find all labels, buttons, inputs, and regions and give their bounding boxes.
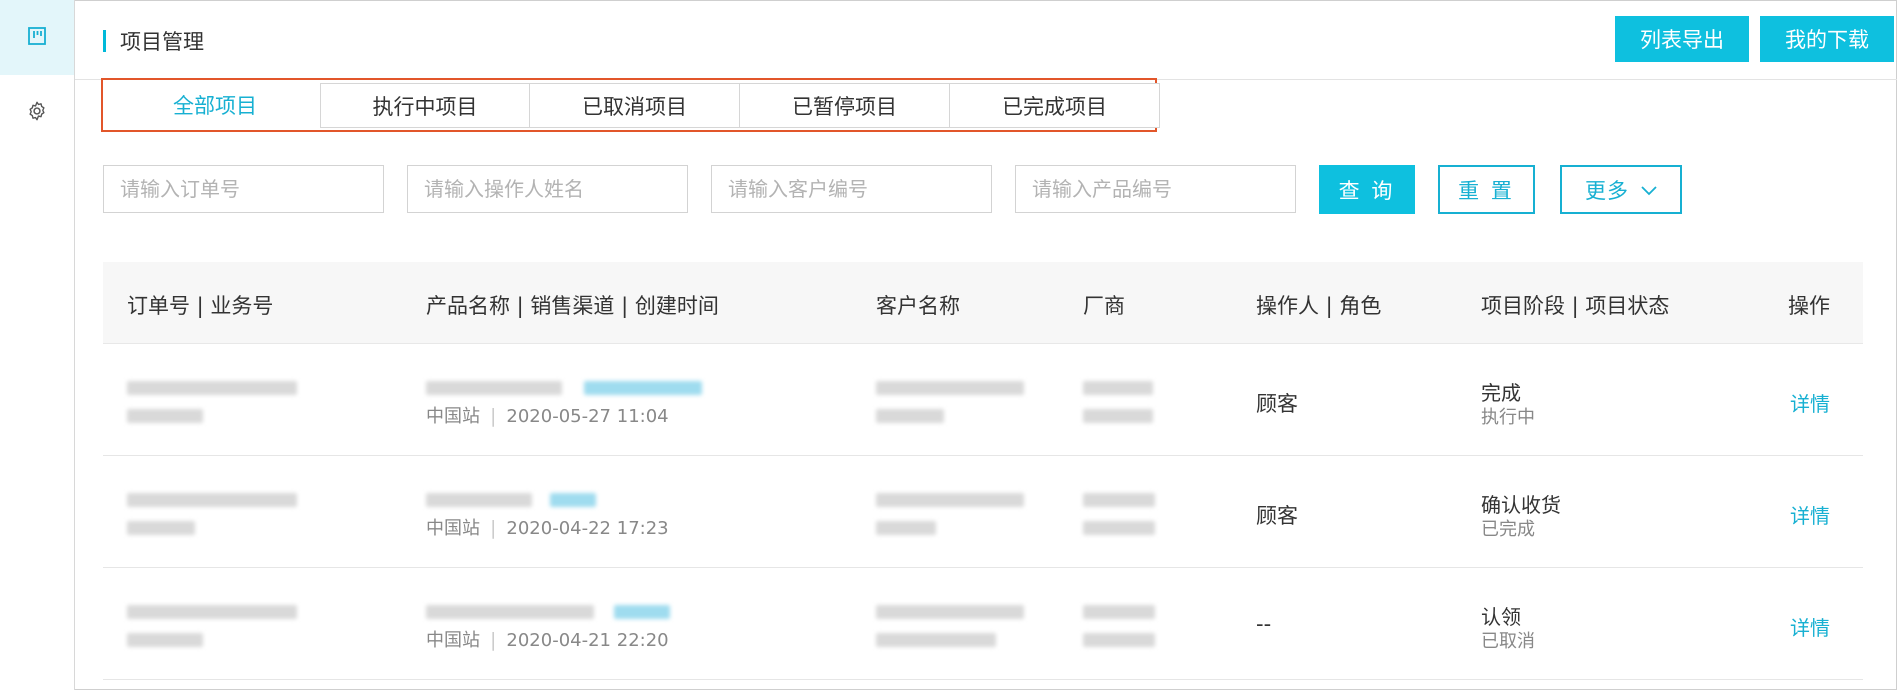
sidebar-item-settings[interactable]: [0, 75, 74, 150]
title-accent-bar: [103, 30, 106, 52]
project-tabs-highlight: 全部项目 执行中项目 已取消项目 已暂停项目 已完成项目: [101, 78, 1160, 132]
query-button[interactable]: 查 询: [1319, 165, 1415, 214]
project-status: 执行中: [1481, 407, 1535, 428]
vendor-redacted: [1083, 602, 1155, 624]
operator-role: 顾客: [1256, 392, 1298, 416]
tab-paused[interactable]: 已暂停项目: [740, 83, 950, 128]
product-meta: 中国站 | 2020-04-21 22:20: [426, 629, 669, 651]
my-downloads-button[interactable]: 我的下载: [1760, 16, 1894, 62]
customer-name-redacted: [876, 602, 1024, 624]
operator-name-input[interactable]: [407, 165, 688, 213]
col-stage-status: 项目阶段 | 项目状态: [1481, 294, 1670, 318]
operator-role: 顾客: [1256, 504, 1298, 528]
sales-channel: 中国站: [426, 406, 480, 427]
export-list-button[interactable]: 列表导出: [1615, 16, 1749, 62]
project-stage: 完成: [1481, 381, 1521, 405]
customer-name-redacted: [876, 490, 1024, 512]
operator-role: --: [1256, 612, 1272, 636]
detail-link[interactable]: 详情: [1790, 388, 1830, 417]
page-title: 项目管理: [120, 30, 204, 54]
customer-name-redacted: [876, 378, 1024, 400]
vendor-redacted: [1083, 490, 1155, 512]
order-number-redacted: [127, 378, 297, 400]
product-meta: 中国站 | 2020-04-22 17:23: [426, 517, 669, 539]
business-number-redacted: [127, 518, 195, 540]
detail-link[interactable]: 详情: [1790, 612, 1830, 641]
product-meta: 中国站 | 2020-05-27 11:04: [426, 405, 669, 427]
customer-name-redacted-2: [876, 518, 936, 540]
more-filters-button[interactable]: 更多: [1560, 165, 1682, 214]
gear-icon: [26, 100, 48, 126]
customer-name-redacted-2: [876, 406, 944, 428]
order-number-redacted: [127, 490, 297, 512]
reset-button[interactable]: 重 置: [1438, 165, 1535, 214]
tab-cancelled[interactable]: 已取消项目: [530, 83, 740, 128]
sales-channel: 中国站: [426, 630, 480, 651]
table-header: 订单号 | 业务号 产品名称 | 销售渠道 | 创建时间 客户名称 厂商 操作人…: [103, 262, 1863, 344]
more-label: 更多: [1585, 179, 1629, 203]
vendor-redacted-2: [1083, 406, 1153, 428]
project-status: 已完成: [1481, 519, 1535, 540]
vendor-redacted-2: [1083, 518, 1155, 540]
order-number-input[interactable]: [103, 165, 384, 213]
sidebar: [0, 0, 75, 690]
tab-completed[interactable]: 已完成项目: [950, 83, 1160, 128]
product-number-input[interactable]: [1015, 165, 1296, 213]
col-order-business-no: 订单号 | 业务号: [127, 294, 274, 318]
sales-channel: 中国站: [426, 518, 480, 539]
kanban-icon: [27, 26, 47, 50]
product-name-redacted: [426, 602, 670, 624]
customer-name-redacted-2: [876, 630, 996, 652]
tab-in-progress[interactable]: 执行中项目: [320, 83, 530, 128]
table-row: 中国站 | 2020-04-22 17:23 顾客 确认收货 已完成 详情: [103, 456, 1863, 568]
col-actions: 操作: [1788, 294, 1830, 318]
created-time: 2020-05-27 11:04: [506, 406, 669, 427]
project-stage: 认领: [1481, 605, 1521, 629]
projects-table: 订单号 | 业务号 产品名称 | 销售渠道 | 创建时间 客户名称 厂商 操作人…: [103, 262, 1863, 680]
table-row: 中国站 | 2020-04-21 22:20 -- 认领 已取消 详情: [103, 568, 1863, 680]
product-name-redacted: [426, 490, 596, 512]
col-product-channel-time: 产品名称 | 销售渠道 | 创建时间: [426, 294, 719, 318]
business-number-redacted: [127, 406, 203, 428]
created-time: 2020-04-22 17:23: [506, 518, 669, 539]
project-stage: 确认收货: [1481, 493, 1561, 517]
vendor-redacted-2: [1083, 630, 1155, 652]
vendor-redacted: [1083, 378, 1153, 400]
col-customer-name: 客户名称: [876, 294, 960, 318]
chevron-down-icon: [1629, 178, 1657, 202]
customer-number-input[interactable]: [711, 165, 992, 213]
detail-link[interactable]: 详情: [1790, 500, 1830, 529]
table-row: 中国站 | 2020-05-27 11:04 顾客 完成 执行中 详情: [103, 344, 1863, 456]
tab-all-projects[interactable]: 全部项目: [110, 83, 320, 128]
project-tabs: 全部项目 执行中项目 已取消项目 已暂停项目 已完成项目: [110, 83, 1160, 128]
sidebar-item-projects[interactable]: [0, 0, 74, 75]
col-vendor: 厂商: [1083, 294, 1125, 318]
page-header: 项目管理 列表导出 我的下载: [75, 0, 1897, 80]
created-time: 2020-04-21 22:20: [506, 630, 669, 651]
product-name-redacted: [426, 378, 702, 400]
business-number-redacted: [127, 630, 203, 652]
project-status: 已取消: [1481, 631, 1535, 652]
order-number-redacted: [127, 602, 297, 624]
col-operator-role: 操作人 | 角色: [1256, 294, 1382, 318]
